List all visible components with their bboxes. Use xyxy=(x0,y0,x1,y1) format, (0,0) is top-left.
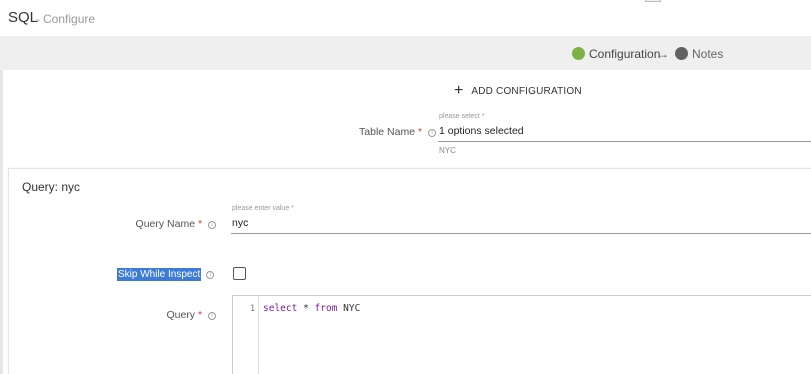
page-subtitle: Configure xyxy=(43,12,96,26)
sql-keyword: select xyxy=(263,303,298,314)
sql-keyword: from xyxy=(314,303,338,314)
required-marker: * xyxy=(417,126,423,138)
query-code-editor[interactable]: 1 select * from NYC xyxy=(232,295,811,374)
window-control[interactable] xyxy=(645,0,661,2)
add-configuration-label: ADD CONFIGURATION xyxy=(471,85,582,97)
title-bar: SQL - Configure xyxy=(0,0,811,36)
add-configuration-button[interactable]: + ADD CONFIGURATION xyxy=(454,82,582,99)
required-marker: * xyxy=(197,309,203,321)
page-title: SQL xyxy=(8,9,39,26)
skip-while-inspect-checkbox[interactable] xyxy=(233,267,246,280)
sql-operator: * xyxy=(303,303,309,314)
step-arrow-icon: → xyxy=(657,47,669,61)
info-icon[interactable]: i xyxy=(428,129,436,137)
query-name-underline xyxy=(231,233,811,234)
table-name-label: Table Name * i xyxy=(340,126,436,138)
line-number: 1 xyxy=(250,304,256,314)
step-notes[interactable]: Notes xyxy=(692,47,723,61)
table-name-hint: please select * xyxy=(439,113,485,120)
sql-identifier: NYC xyxy=(343,303,361,314)
required-marker: * xyxy=(197,218,203,230)
query-label: Query * i xyxy=(150,309,216,321)
query-name-input[interactable]: nyc xyxy=(232,217,248,229)
code-line[interactable]: select * from NYC xyxy=(263,303,360,314)
query-name-label: Query Name * i xyxy=(118,218,216,230)
table-name-selected-option: NYC xyxy=(439,146,456,155)
info-icon[interactable]: i xyxy=(206,270,215,279)
step-configuration[interactable]: Configuration xyxy=(589,47,660,61)
table-name-select[interactable]: 1 options selected xyxy=(439,125,524,137)
skip-while-inspect-label: Skip While Inspect i xyxy=(117,268,215,281)
step-notes-status-icon xyxy=(675,47,688,60)
editor-gutter: 1 xyxy=(233,296,259,374)
info-icon[interactable]: i xyxy=(208,221,216,229)
info-icon[interactable]: i xyxy=(208,312,216,320)
plus-icon: + xyxy=(454,82,464,99)
query-name-hint: please enter value * xyxy=(232,205,294,212)
step-progress-bar xyxy=(0,36,811,70)
table-name-underline xyxy=(438,141,811,142)
title-separator: - xyxy=(36,12,40,26)
step-configuration-status-icon xyxy=(572,47,585,60)
query-section-title: Query: nyc xyxy=(22,180,81,194)
